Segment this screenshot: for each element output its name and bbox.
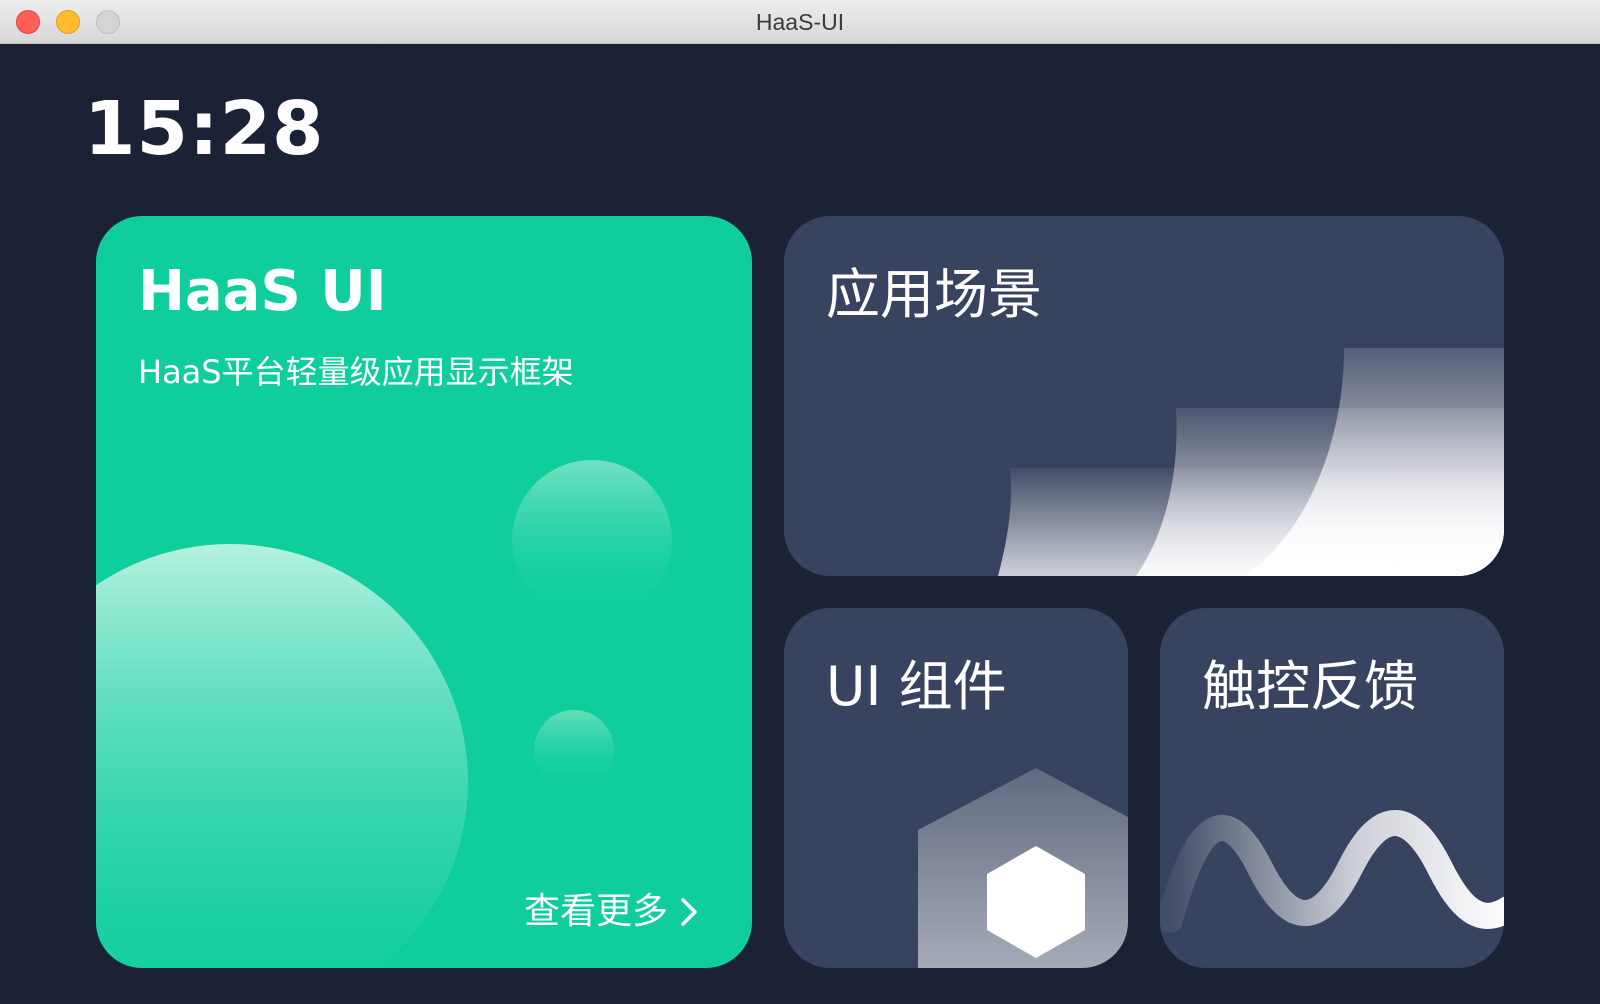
ui-components-card[interactable]: UI 组件 [784, 608, 1128, 968]
medium-bubble [512, 460, 672, 620]
view-more-label: 查看更多 [523, 891, 668, 932]
chevron-right-icon [681, 898, 697, 926]
haas-title: HaaS UI [138, 259, 387, 324]
view-more-link[interactable]: 查看更多 [524, 894, 702, 930]
haas-subtitle: HaaS平台轻量级应用显示框架 [138, 353, 574, 391]
touch-feedback-card[interactable]: 触控反馈 [1160, 608, 1504, 968]
touch-feedback-title: 触控反馈 [1202, 655, 1418, 718]
app-scenarios-title: 应用场景 [826, 263, 1042, 326]
ui-components-title: UI 组件 [826, 655, 1007, 718]
app-scenarios-card[interactable]: 应用场景 [784, 216, 1504, 576]
clock-time: 15:28 [84, 86, 325, 172]
title-bar[interactable]: HaaS-UI [0, 0, 1600, 44]
bubbles-decoration [96, 460, 672, 968]
small-bubble [534, 710, 614, 790]
window-title: HaaS-UI [755, 9, 845, 35]
large-bubble [96, 544, 468, 968]
haas-ui-card[interactable]: HaaS UI HaaS平台轻量级应用显示框架 查看更多 [96, 216, 752, 968]
sine-wave [1160, 810, 1504, 933]
app-window: HaaS-UI 15:28 HaaS UI HaaS平台轻量级应用显示框架 查看… [0, 0, 1600, 1004]
